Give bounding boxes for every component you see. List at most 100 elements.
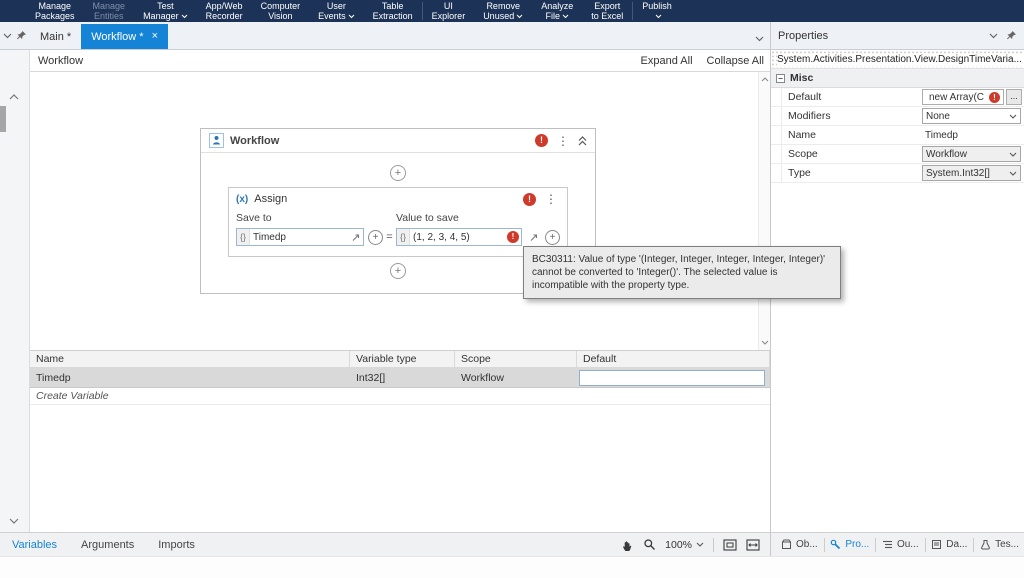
scroll-down-icon[interactable]	[761, 340, 769, 345]
browse-button[interactable]: ...	[1006, 89, 1023, 105]
scope-dropdown[interactable]: Workflow	[922, 146, 1021, 162]
fit-width-icon[interactable]	[746, 538, 760, 551]
column-header-default[interactable]: Default	[577, 351, 770, 367]
chevron-down-icon	[1009, 114, 1017, 119]
scroll-up-icon[interactable]	[9, 94, 19, 100]
ribbon-item-computer-vision[interactable]: Computer Vision	[252, 0, 310, 22]
wrench-icon	[831, 539, 841, 550]
modifiers-dropdown[interactable]: None	[922, 108, 1021, 124]
type-dropdown[interactable]: System.Int32[]	[922, 165, 1021, 181]
activity-menu-icon[interactable]: ⋮	[554, 134, 572, 148]
ribbon-item-analyze-file[interactable]: Analyze File	[532, 0, 582, 22]
tab-overflow-chevron-icon[interactable]	[755, 36, 764, 42]
flask-icon	[981, 540, 991, 550]
section-misc[interactable]: − Misc	[771, 69, 1024, 88]
open-expression-icon[interactable]	[526, 232, 541, 243]
assign-activity[interactable]: (x) Assign ! ⋮ Save to {} Timedp + = Val…	[228, 187, 568, 257]
property-row-scope: Scope Workflow	[771, 145, 1024, 164]
tab-properties[interactable]: Pro...	[824, 539, 875, 550]
scroll-down-icon[interactable]	[9, 518, 19, 524]
expand-all-button[interactable]: Expand All	[641, 55, 693, 67]
tab-arguments[interactable]: Arguments	[69, 539, 146, 551]
column-header-variable-type[interactable]: Variable type	[350, 351, 455, 367]
variable-type-cell[interactable]: Int32[]	[350, 372, 455, 384]
value-to-save-label: Value to save	[396, 212, 459, 224]
add-activity-button[interactable]: +	[390, 263, 406, 279]
tab-test-explorer[interactable]: Tes...	[974, 539, 1024, 550]
row-gutter	[771, 88, 782, 106]
close-icon[interactable]: ×	[152, 31, 158, 42]
ribbon-item-ui-explorer[interactable]: UI Explorer	[423, 0, 475, 22]
create-variable-row[interactable]: Create Variable	[30, 388, 770, 405]
add-button[interactable]: +	[368, 229, 383, 245]
property-row-modifiers: Modifiers None	[771, 107, 1024, 126]
ribbon-item-publish[interactable]: Publish	[633, 0, 681, 22]
ribbon-item-table-extraction[interactable]: Table Extraction	[364, 0, 422, 22]
expression-braces-icon: {}	[397, 229, 411, 245]
error-icon[interactable]: !	[523, 192, 536, 206]
equals-sign: =	[386, 231, 393, 243]
data-manager-icon	[932, 540, 942, 549]
activity-title: Assign	[254, 193, 288, 205]
pin-icon[interactable]	[16, 30, 27, 41]
tab-data-manager[interactable]: Da...	[925, 539, 973, 550]
zoom-search-icon[interactable]	[643, 538, 656, 551]
error-icon[interactable]: !	[989, 91, 1001, 103]
designer-canvas[interactable]: Workflow ! ⋮ + (x) Assign ! ⋮ Save to {}…	[30, 72, 758, 350]
add-button[interactable]: +	[545, 229, 560, 245]
uipath-studio-window: Manage Packages Manage Entities Test Man…	[0, 0, 1024, 578]
tab-imports[interactable]: Imports	[146, 539, 207, 551]
fit-to-screen-icon[interactable]	[723, 538, 737, 551]
canvas-scrollbar[interactable]	[758, 72, 770, 350]
column-header-name[interactable]: Name	[30, 351, 350, 367]
zoom-level-dropdown[interactable]: 100%	[665, 539, 704, 551]
tab-outline[interactable]: Ou...	[876, 539, 925, 550]
assign-header[interactable]: (x) Assign ! ⋮	[229, 188, 567, 210]
chevron-down-icon[interactable]	[3, 33, 12, 39]
ribbon-item-test-manager[interactable]: Test Manager	[134, 0, 197, 22]
variable-scope-cell[interactable]: Workflow	[455, 372, 577, 384]
divider	[713, 537, 714, 552]
tab-main[interactable]: Main *	[30, 24, 81, 49]
ribbon-item-manage-packages[interactable]: Manage Packages	[26, 0, 84, 22]
row-gutter	[771, 145, 782, 163]
open-expression-icon[interactable]	[348, 232, 363, 243]
ribbon-item-user-events[interactable]: User Events	[309, 0, 364, 22]
save-to-input[interactable]: {} Timedp	[236, 228, 364, 246]
chevron-down-icon[interactable]	[989, 33, 998, 39]
tab-object-repository[interactable]: Ob...	[775, 539, 824, 550]
ribbon-item-export-to-excel[interactable]: Export to Excel	[582, 0, 632, 22]
pan-hand-icon[interactable]	[621, 538, 634, 552]
variable-name-cell[interactable]: Timedp	[30, 372, 350, 384]
sequence-header[interactable]: Workflow ! ⋮	[201, 129, 595, 153]
scroll-up-icon[interactable]	[761, 77, 769, 82]
add-activity-button[interactable]: +	[390, 165, 406, 181]
value-to-save-input[interactable]: {} (1, 2, 3, 4, 5) !	[396, 228, 522, 246]
tab-workflow[interactable]: Workflow * ×	[81, 24, 168, 49]
breadcrumb[interactable]: Workflow	[38, 55, 83, 67]
pin-icon[interactable]	[1006, 30, 1017, 41]
tab-variables[interactable]: Variables	[0, 539, 69, 551]
chevron-down-icon	[516, 14, 523, 19]
row-gutter	[771, 107, 782, 125]
scrollbar-thumb[interactable]	[0, 106, 6, 132]
left-panel-rail	[0, 50, 30, 532]
table-row[interactable]: Timedp Int32[] Workflow	[30, 368, 770, 388]
default-value-field[interactable]: new Array(C !	[922, 89, 1005, 105]
collapse-icon[interactable]	[578, 135, 587, 146]
default-value-input[interactable]	[579, 369, 765, 386]
ribbon-item-app-web-recorder[interactable]: App/Web Recorder	[197, 0, 252, 22]
save-to-label: Save to	[236, 212, 272, 224]
collapse-section-icon[interactable]: −	[776, 73, 785, 83]
error-icon[interactable]: !	[535, 134, 548, 147]
expression-braces-icon: {}	[237, 229, 251, 245]
name-value-field[interactable]: Timedp	[922, 130, 1021, 141]
collapse-all-button[interactable]: Collapse All	[707, 55, 764, 67]
error-icon[interactable]: !	[507, 231, 519, 243]
column-header-scope[interactable]: Scope	[455, 351, 577, 367]
selected-type-path: System.Activities.Presentation.View.Desi…	[771, 50, 1024, 69]
chevron-down-icon	[655, 14, 661, 19]
activity-menu-icon[interactable]: ⋮	[542, 192, 560, 206]
designer-breadcrumb-bar: Workflow Expand All Collapse All	[30, 50, 770, 72]
ribbon-item-remove-unused[interactable]: Remove Unused	[474, 0, 532, 22]
